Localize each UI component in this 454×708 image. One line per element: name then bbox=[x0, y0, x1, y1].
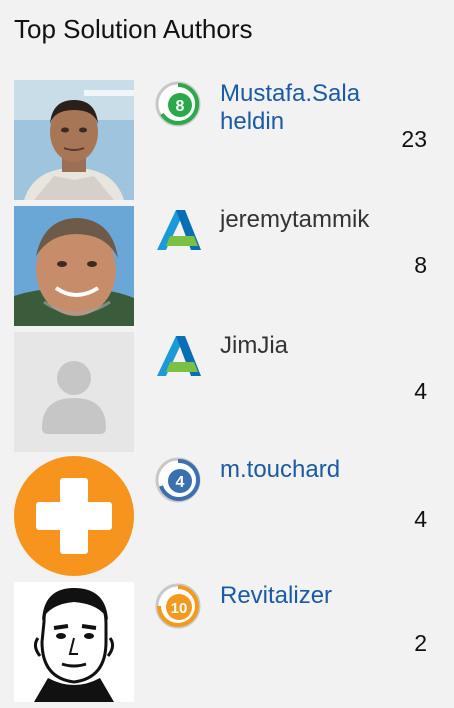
avatar[interactable] bbox=[14, 80, 134, 200]
widget-title: Top Solution Authors bbox=[14, 14, 253, 44]
autodesk-employee-icon bbox=[154, 332, 202, 380]
rank-10-icon: 10 bbox=[154, 582, 202, 630]
avatar[interactable] bbox=[14, 332, 134, 452]
author-row: 4 m.touchard 4 bbox=[0, 456, 454, 578]
avatar[interactable] bbox=[14, 582, 134, 702]
solution-count: 2 bbox=[414, 630, 427, 656]
avatar[interactable] bbox=[14, 206, 134, 326]
solution-count: 4 bbox=[414, 378, 427, 404]
author-name-link[interactable]: Mustafa.Salaheldin bbox=[220, 80, 370, 136]
svg-text:4: 4 bbox=[176, 474, 185, 491]
solution-count: 4 bbox=[414, 506, 427, 532]
author-row: 10 Revitalizer 2 bbox=[0, 582, 454, 704]
svg-text:10: 10 bbox=[171, 600, 188, 617]
author-row: 8 Mustafa.Salaheldin 23 bbox=[0, 80, 454, 202]
author-row: JimJia 4 bbox=[0, 332, 454, 454]
solution-count: 23 bbox=[401, 126, 427, 152]
author-name-link[interactable]: JimJia bbox=[220, 332, 370, 360]
svg-text:8: 8 bbox=[176, 98, 185, 115]
autodesk-employee-icon bbox=[154, 206, 202, 254]
author-name-link[interactable]: jeremytammik bbox=[220, 206, 370, 234]
avatar[interactable] bbox=[14, 456, 134, 576]
author-name-link[interactable]: m.touchard bbox=[220, 456, 370, 484]
solution-count: 8 bbox=[414, 252, 427, 278]
top-solution-authors-widget: Top Solution Authors 8 Mustafa.Salaheldi… bbox=[0, 0, 454, 708]
author-row: jeremytammik 8 bbox=[0, 206, 454, 328]
rank-8-icon: 8 bbox=[154, 80, 202, 128]
rank-4-icon: 4 bbox=[154, 456, 202, 504]
author-name-link[interactable]: Revitalizer bbox=[220, 582, 370, 610]
